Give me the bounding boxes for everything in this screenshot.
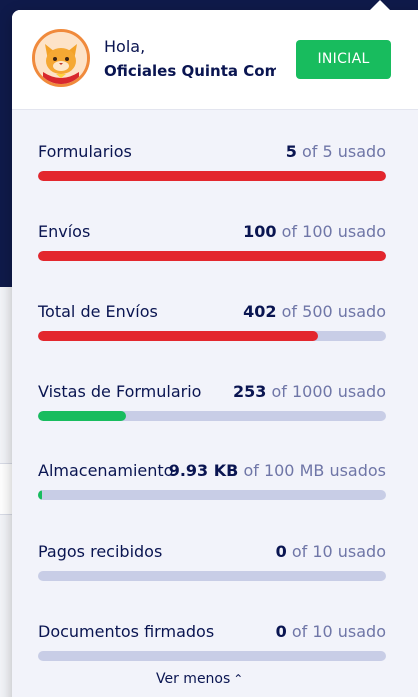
usage-used: 0 [275, 542, 287, 561]
usage-progress-track [38, 411, 386, 421]
usage-value: 5 of 5 usado [286, 142, 386, 161]
cat-avatar-icon[interactable] [32, 29, 90, 87]
popup-caret [369, 0, 391, 11]
chevron-up-icon: ⌃ [233, 672, 244, 686]
usage-progress-fill [38, 251, 386, 261]
usage-label: Envíos [38, 222, 91, 241]
usage-label: Total de Envíos [38, 302, 158, 321]
usage-label: Formularios [38, 142, 132, 161]
usage-progress-track [38, 490, 386, 500]
plan-button[interactable]: INICIAL [296, 40, 391, 79]
popup-header: Hola, Oficiales Quinta Compañía INICIAL [12, 10, 418, 110]
usage-row-envios: Envíos 100 of 100 usado [38, 222, 386, 272]
usage-row-pagos: Pagos recibidos 0 of 10 usado [38, 542, 386, 592]
usage-used: 0 [275, 622, 287, 641]
usage-limit: of 10 usado [291, 542, 386, 561]
usage-progress-track [38, 171, 386, 181]
usage-value: 9.93 KB of 100 MB usados [169, 461, 386, 480]
usage-label: Vistas de Formulario [38, 382, 202, 401]
usage-limit: of 100 usado [281, 222, 386, 241]
account-usage-popup: Hola, Oficiales Quinta Compañía INICIAL … [12, 10, 418, 697]
usage-progress-fill [38, 331, 318, 341]
usage-limit: of 10 usado [291, 622, 386, 641]
usage-label: Almacenamiento [38, 461, 174, 480]
usage-progress-track [38, 331, 386, 341]
usage-progress-fill [38, 411, 127, 421]
usage-value: 253 of 1000 usado [233, 382, 386, 401]
usage-used: 9.93 KB [168, 461, 239, 480]
usage-row-vistas: Vistas de Formulario 253 of 1000 usado [38, 382, 386, 432]
usage-used: 5 [285, 142, 297, 161]
usage-used: 253 [232, 382, 267, 401]
usage-limit: of 1000 usado [271, 382, 386, 401]
usage-value: 0 of 10 usado [276, 622, 386, 641]
usage-limit: of 100 MB usados [243, 461, 386, 480]
usage-progress-fill [38, 171, 386, 181]
usage-used: 100 [243, 222, 277, 241]
usage-row-total-envios: Total de Envíos 402 of 500 usado [38, 302, 386, 352]
usage-value: 100 of 100 usado [243, 222, 386, 241]
greeting-text: Hola, [104, 37, 146, 56]
usage-progress-track [38, 651, 386, 661]
show-less-label: Ver menos [156, 671, 231, 687]
usage-limit: of 500 usado [281, 302, 386, 321]
usage-progress-track [38, 251, 386, 261]
usage-progress-track [38, 571, 386, 581]
show-less-link[interactable]: Ver menos ⌃ [156, 671, 243, 687]
usage-limit: of 5 usado [302, 142, 386, 161]
user-name: Oficiales Quinta Compañía [104, 62, 276, 80]
usage-label: Documentos firmados [38, 622, 215, 641]
usage-used: 402 [243, 302, 277, 321]
usage-label: Pagos recibidos [38, 542, 163, 561]
usage-value: 0 of 10 usado [276, 542, 386, 561]
usage-progress-fill [38, 490, 43, 500]
usage-row-formularios: Formularios 5 of 5 usado [38, 142, 386, 192]
usage-value: 402 of 500 usado [243, 302, 386, 321]
usage-row-almacenamiento: Almacenamiento 9.93 KB of 100 MB usados [38, 461, 386, 511]
usage-row-documentos: Documentos firmados 0 of 10 usado [38, 622, 386, 672]
